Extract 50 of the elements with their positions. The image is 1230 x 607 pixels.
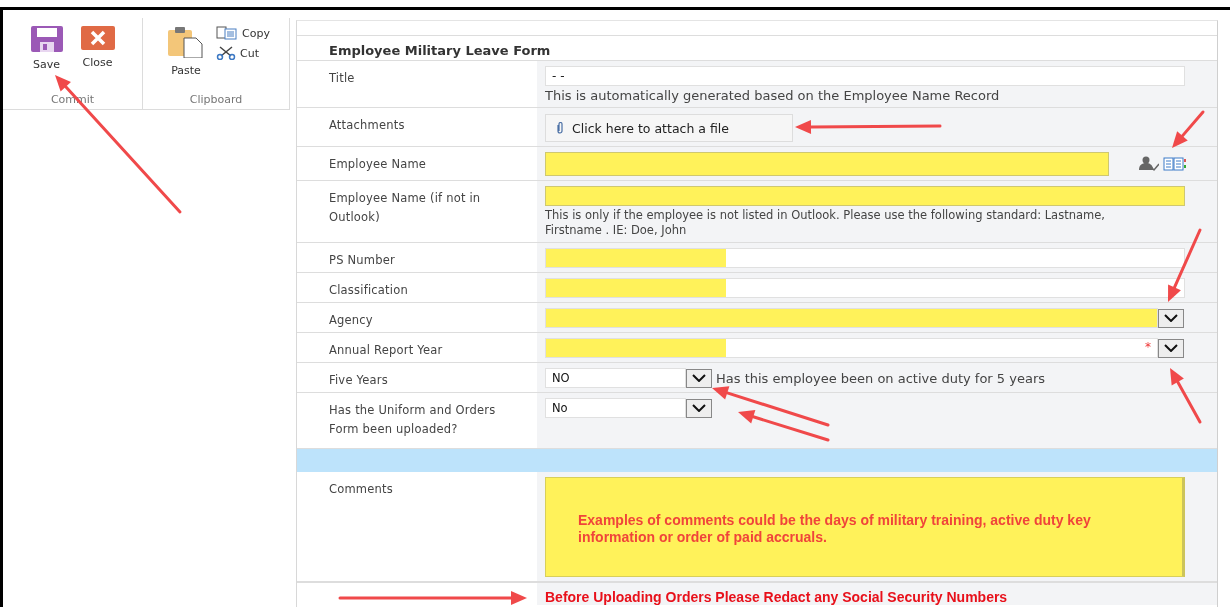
dropdown-button[interactable]: [1158, 338, 1184, 358]
copy-icon: [216, 26, 239, 40]
chevron-down-icon: [1164, 314, 1178, 322]
text-field[interactable]: [545, 278, 1185, 298]
check-names-icon[interactable]: [1139, 156, 1159, 172]
clipboard-icon: [168, 26, 205, 58]
text-field[interactable]: - -: [545, 66, 1185, 86]
attach-file-button[interactable]: Click here to attach a file: [545, 114, 793, 142]
field-note: Has this employee been on active duty for 5 years: [716, 370, 1045, 386]
dropdown-field[interactable]: NO: [545, 368, 686, 388]
chevron-down-icon: [692, 374, 706, 382]
field-label: Classification: [329, 283, 408, 297]
ribbon-button[interactable]: Close: [74, 24, 121, 93]
field-label: Five Years: [329, 373, 388, 387]
paperclip-icon: [556, 122, 564, 134]
comments-field[interactable]: Examples of comments could be the days of military training, active duty key information or order of paid accruals.: [545, 477, 1185, 577]
text-field[interactable]: [545, 248, 1185, 268]
field-label: Title: [329, 71, 355, 85]
ribbon-button[interactable]: Paste: [162, 24, 211, 93]
field-label: Comments: [329, 482, 393, 496]
dropdown-button[interactable]: [686, 368, 712, 388]
scissors-icon: [216, 46, 237, 60]
dropdown-field[interactable]: No: [545, 398, 686, 418]
form-title: Employee Military Leave Form: [329, 43, 551, 58]
text-field[interactable]: [545, 186, 1185, 206]
address-book-icon[interactable]: [1163, 157, 1187, 171]
dropdown-button[interactable]: [686, 398, 712, 418]
chevron-down-icon: [692, 404, 706, 412]
dropdown-field[interactable]: [545, 308, 1158, 328]
ribbon-button[interactable]: Cut: [216, 46, 270, 60]
annotation-arrow: [1170, 368, 1202, 424]
field-hint: This is only if the employee is not listed in Outlook. Please use the following standard: Lastname, Firstname . IE: Doe, John: [545, 208, 1106, 238]
field-label: Annual Report Year: [329, 343, 443, 357]
people-picker-field[interactable]: [545, 152, 1109, 176]
annotation-arrow: [1172, 110, 1205, 148]
field-label: PS Number: [329, 253, 395, 267]
group-label: Clipboard: [189, 93, 243, 108]
dropdown-button[interactable]: [1158, 308, 1184, 328]
required-mark: *: [1145, 340, 1151, 354]
field-label: Employee Name (if not in Outlook): [329, 191, 481, 224]
ribbon-button[interactable]: Copy: [216, 26, 270, 40]
close-icon: [80, 26, 115, 50]
field-label: Agency: [329, 313, 373, 327]
chevron-down-icon: [1164, 344, 1178, 352]
field-label: Employee Name: [329, 157, 427, 171]
field-label: Attachments: [329, 118, 405, 132]
warning-text: Before Uploading Orders Please Redact any Social Security Numbers: [537, 583, 1217, 605]
field-hint: This is automatically generated based on the Employee Name Record: [545, 88, 1001, 103]
field-label: Has the Uniform and Orders Form been uploaded?: [329, 403, 496, 436]
dropdown-field[interactable]: *: [545, 338, 1158, 358]
